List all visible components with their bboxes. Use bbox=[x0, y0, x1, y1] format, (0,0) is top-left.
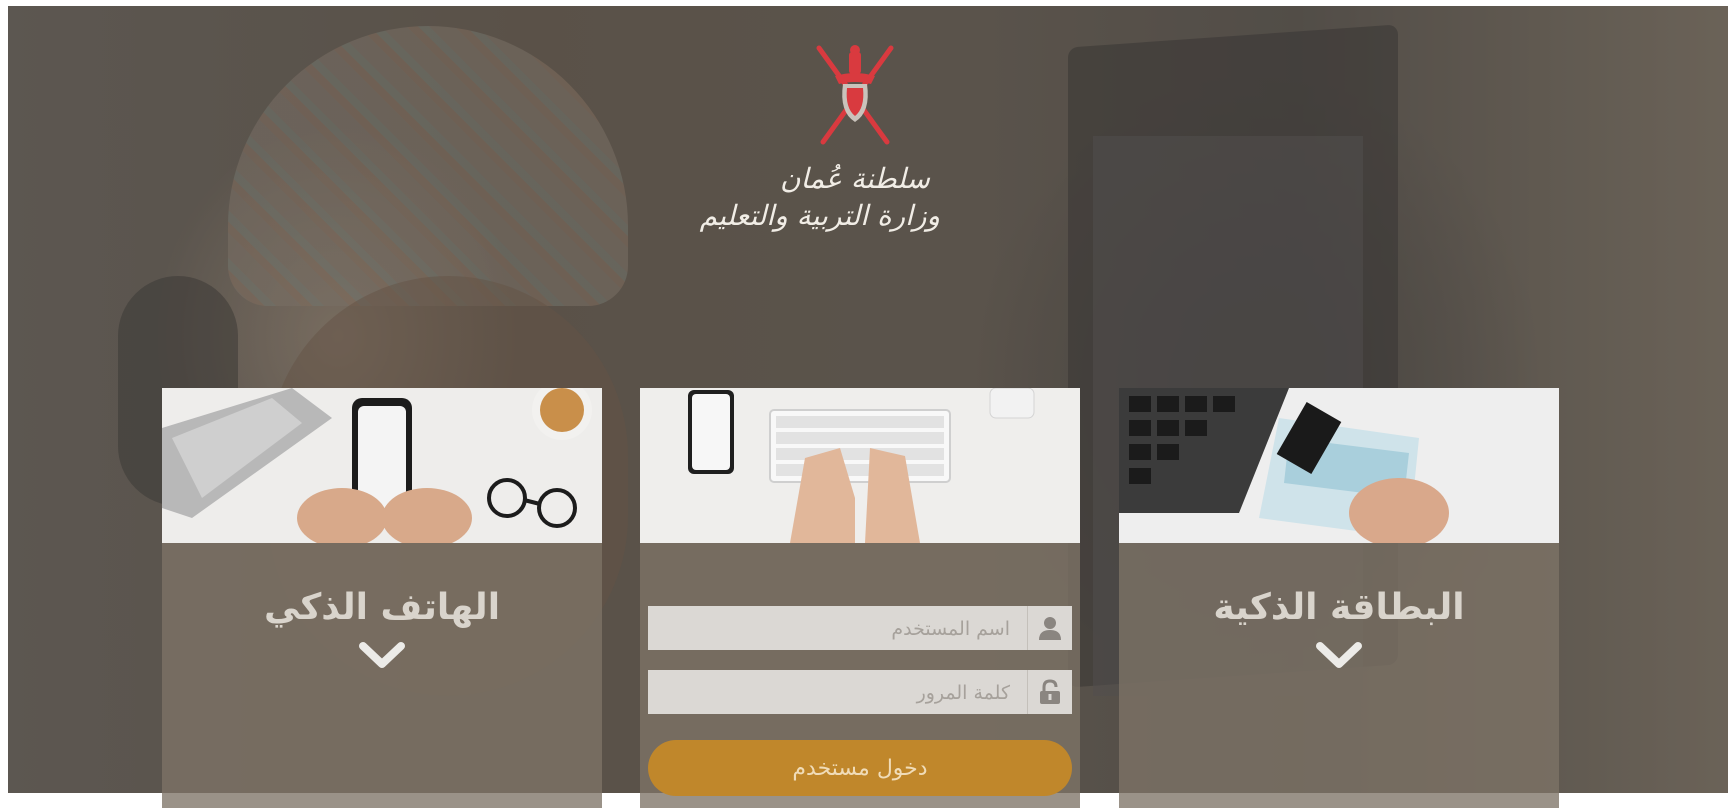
keyboard-card-photo bbox=[640, 388, 1080, 543]
password-input[interactable] bbox=[658, 670, 1012, 716]
smart-card-card-title: البطاقة الذكية bbox=[1213, 587, 1465, 628]
emblem-line-ministry: وزارة التربية والتعليم bbox=[699, 199, 940, 232]
card-reader-image bbox=[1119, 388, 1559, 543]
chevron-down-icon[interactable] bbox=[1314, 638, 1364, 672]
smart-phone-login-card[interactable]: الهاتف الذكي bbox=[162, 388, 602, 808]
username-login-card: دخول مستخدم bbox=[640, 388, 1080, 808]
chevron-down-icon[interactable] bbox=[357, 638, 407, 672]
password-field[interactable] bbox=[648, 670, 1072, 716]
smart-phone-card-title: الهاتف الذكي bbox=[263, 587, 501, 628]
login-submit-button[interactable]: دخول مستخدم bbox=[648, 740, 1072, 796]
ministry-logo: سلطنة عُمان وزارة التربية والتعليم bbox=[699, 40, 940, 290]
oman-emblem-icon bbox=[816, 45, 894, 145]
user-icon bbox=[1027, 606, 1072, 650]
hands-on-keyboard-image bbox=[640, 388, 1080, 543]
smart-phone-card-photo bbox=[162, 388, 602, 543]
username-input[interactable] bbox=[658, 606, 1012, 652]
username-field[interactable] bbox=[648, 606, 1072, 652]
emblem-line-sultanate: سلطنة عُمان bbox=[779, 162, 931, 195]
unlock-icon bbox=[1027, 670, 1072, 714]
smart-card-card-photo bbox=[1119, 388, 1559, 543]
phone-in-hands-image bbox=[162, 388, 602, 543]
smart-card-login-card[interactable]: البطاقة الذكية bbox=[1119, 388, 1559, 808]
